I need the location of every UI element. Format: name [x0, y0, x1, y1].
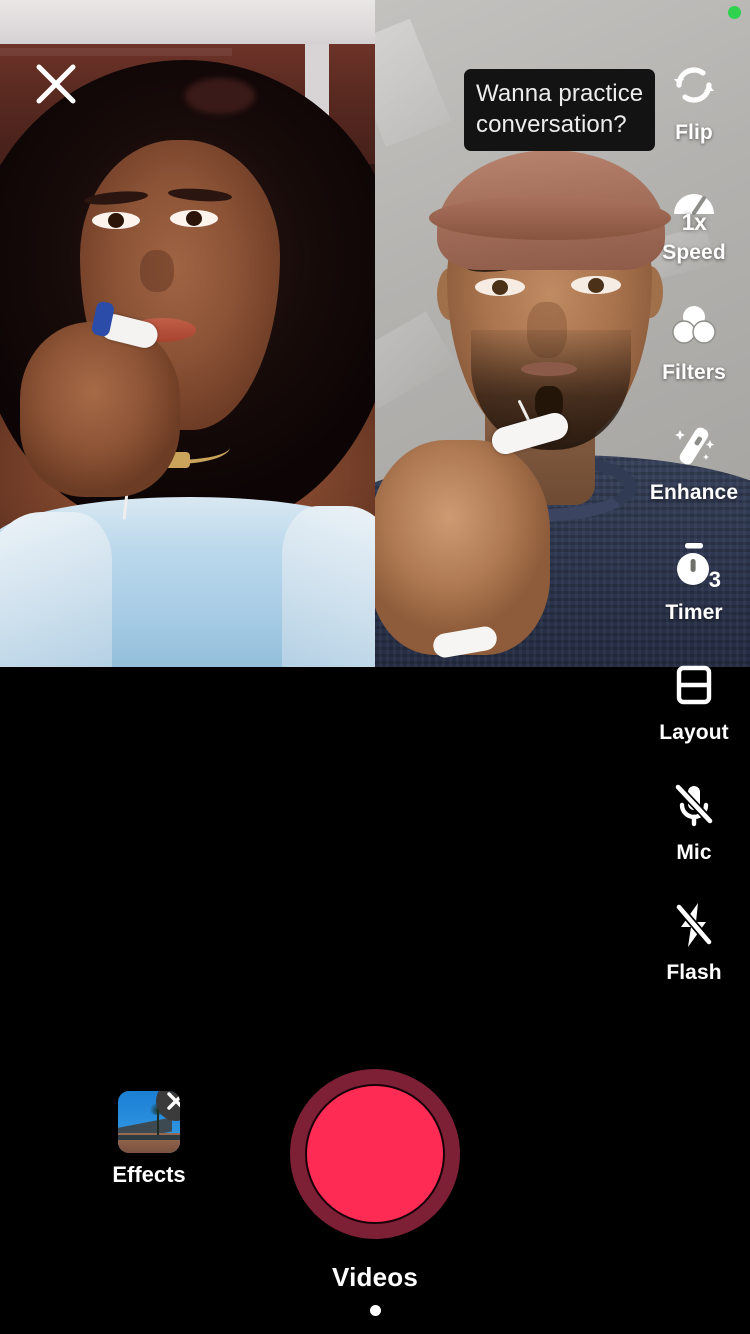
close-button[interactable]: [33, 61, 79, 107]
tool-enhance-label: Enhance: [649, 481, 739, 504]
timer-icon: 3: [665, 536, 723, 594]
remove-effect-x-icon: [167, 1092, 180, 1110]
tool-flip[interactable]: Flip: [638, 50, 750, 170]
right-pane-eye: [475, 278, 525, 296]
effect-thumb-ledge: [118, 1135, 180, 1140]
left-pane-eye: [170, 210, 218, 227]
effects-button[interactable]: Effects: [111, 1091, 187, 1188]
record-button[interactable]: [290, 1069, 460, 1239]
tool-timer-label: Timer: [665, 601, 723, 624]
effects-label: Effects: [112, 1162, 186, 1187]
layout-icon: [665, 656, 723, 714]
tool-speed[interactable]: 1x Speed: [638, 170, 750, 290]
tool-flash-label: Flash: [666, 961, 722, 984]
capture-mode-indicator-dot: [369, 1305, 381, 1316]
camera-active-indicator: [728, 6, 741, 19]
flash-off-icon: [665, 896, 723, 954]
speed-value-badge: 1x: [681, 209, 707, 235]
camera-tool-rail: Flip 1x Speed Filters Enhance 3 Timer La…: [638, 50, 750, 1010]
tool-flip-label: Flip: [675, 121, 713, 144]
left-pane-eye: [92, 212, 140, 229]
tool-layout[interactable]: Layout: [638, 650, 750, 770]
text-caption-overlay[interactable]: Wanna practice conversation?: [464, 69, 656, 152]
caption-line-2: conversation?: [476, 111, 627, 139]
capture-mode-label[interactable]: Videos: [332, 1262, 418, 1293]
capture-mode-strip[interactable]: Videos: [0, 1262, 750, 1316]
tool-mic-label: Mic: [676, 841, 712, 864]
effect-thumbnail[interactable]: [118, 1091, 180, 1153]
tool-flash[interactable]: Flash: [638, 890, 750, 1010]
camera-recorder-screen: Wanna practice conversation? Flip 1x Spe…: [0, 0, 750, 1334]
tool-mic[interactable]: Mic: [638, 770, 750, 890]
magic-wand-icon: [665, 416, 723, 474]
speed-gauge-icon: 1x: [665, 176, 723, 235]
close-icon: [36, 64, 76, 104]
caption-line-1: Wanna practice: [476, 80, 644, 107]
right-pane-cap-brim: [429, 196, 671, 240]
right-pane-hand: [375, 440, 550, 655]
filters-icon: [665, 296, 723, 354]
flip-camera-icon: [665, 56, 723, 114]
tool-timer[interactable]: 3 Timer: [638, 530, 750, 650]
left-pane-hand: [20, 322, 180, 497]
left-pane-sleeve: [282, 506, 375, 667]
right-pane-eye: [571, 276, 621, 294]
left-pane-sleeve: [0, 512, 112, 667]
record-button-inner: [305, 1084, 445, 1224]
right-pane-mouth: [521, 362, 577, 376]
tool-layout-label: Layout: [659, 721, 729, 744]
timer-seconds-badge: 3: [708, 567, 721, 592]
mic-off-icon: [665, 776, 723, 834]
tool-filters[interactable]: Filters: [638, 290, 750, 410]
tool-speed-label: Speed: [662, 241, 726, 264]
tool-filters-label: Filters: [662, 361, 726, 384]
left-pane-nose: [140, 250, 174, 292]
tool-enhance[interactable]: Enhance: [638, 410, 750, 530]
